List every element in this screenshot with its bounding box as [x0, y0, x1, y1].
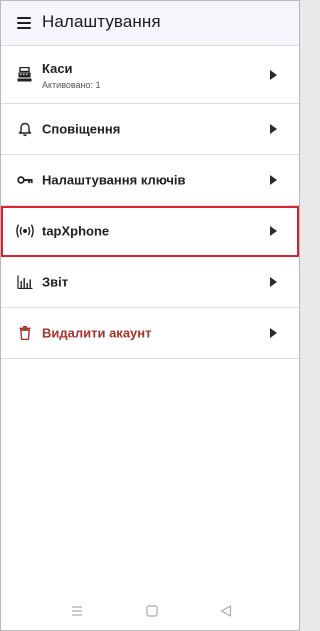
chevron-right-icon [270, 277, 277, 287]
settings-item-cash-registers[interactable]: Каси Активовано: 1 [1, 46, 299, 104]
bell-icon [17, 121, 33, 137]
chevron-right-icon [270, 328, 277, 338]
bar-chart-icon [17, 274, 33, 290]
app-bar: Налаштування [1, 1, 299, 46]
chevron-right-icon [270, 226, 277, 236]
settings-item-report[interactable]: Звіт [1, 257, 299, 308]
phone-screen: Налаштування Каси Активовано: 1 Сповіщен… [0, 0, 300, 631]
system-nav-bar [1, 594, 299, 630]
settings-item-key-settings[interactable]: Налаштування ключів [1, 155, 299, 206]
back-icon[interactable] [216, 603, 236, 619]
settings-item-label: Налаштування ключів [42, 172, 186, 188]
home-icon[interactable] [142, 603, 162, 619]
settings-item-label: Видалити акаунт [42, 325, 152, 341]
settings-item-delete-account[interactable]: Видалити акаунт [1, 308, 299, 359]
settings-item-label: Каси [42, 61, 73, 76]
key-icon [17, 172, 33, 188]
cash-register-icon [17, 67, 33, 83]
settings-item-label: Сповіщення [42, 121, 121, 137]
settings-list: Каси Активовано: 1 Сповіщення Налаштуван… [1, 46, 299, 359]
chevron-right-icon [270, 175, 277, 185]
chevron-right-icon [270, 69, 277, 80]
settings-item-label: Звіт [42, 274, 69, 290]
contactless-signal-icon [14, 223, 36, 239]
chevron-right-icon [270, 124, 277, 134]
trash-icon [17, 325, 33, 341]
hamburger-menu-icon[interactable] [17, 17, 31, 29]
settings-item-sublabel: Активовано: 1 [42, 80, 101, 90]
recents-icon[interactable] [67, 603, 87, 619]
settings-item-tapxphone[interactable]: tapXphone [1, 206, 299, 257]
settings-item-label: tapXphone [42, 223, 110, 239]
settings-item-notifications[interactable]: Сповіщення [1, 104, 299, 155]
page-title: Налаштування [42, 12, 161, 31]
